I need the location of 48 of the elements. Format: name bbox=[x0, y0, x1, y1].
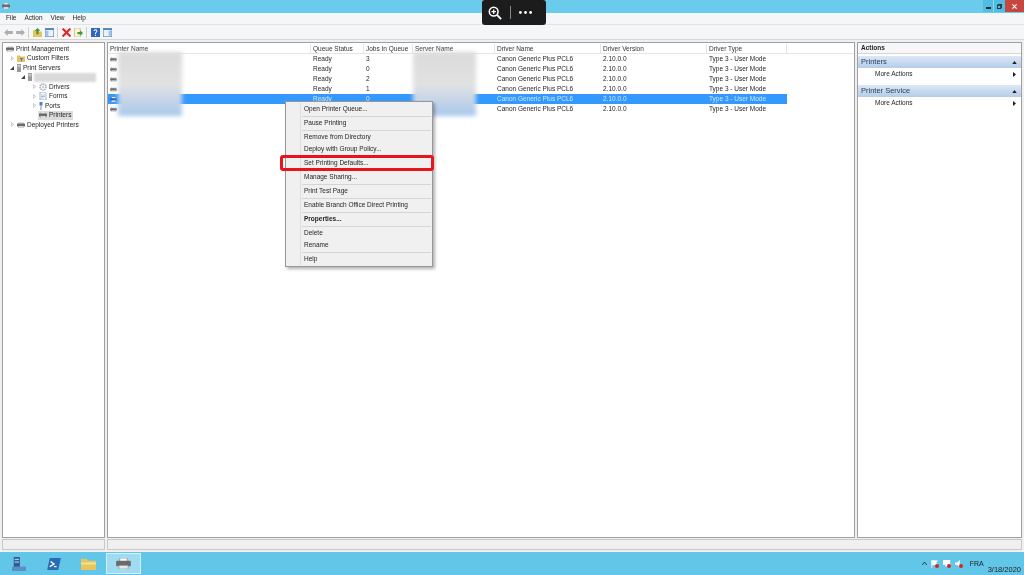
folder-icon bbox=[81, 557, 96, 570]
zoom-in-icon[interactable] bbox=[488, 5, 502, 20]
collapse-triangle-icon[interactable] bbox=[21, 75, 25, 80]
delete-icon bbox=[61, 27, 71, 37]
collapse-triangle-icon[interactable] bbox=[10, 65, 14, 70]
minimize-icon bbox=[985, 6, 991, 9]
printer-icon bbox=[110, 66, 117, 72]
document-icon bbox=[39, 92, 47, 101]
left-arrow-icon bbox=[3, 28, 13, 36]
close-button[interactable] bbox=[1005, 0, 1024, 12]
gear-icon bbox=[39, 82, 47, 91]
printer-icon bbox=[6, 45, 14, 52]
toolbar-button[interactable] bbox=[101, 26, 113, 38]
restore-button[interactable] bbox=[994, 0, 1005, 12]
minimize-button[interactable] bbox=[983, 0, 994, 12]
taskbar-button[interactable] bbox=[106, 553, 141, 574]
export-icon bbox=[73, 27, 83, 37]
printer-icon bbox=[2, 3, 10, 9]
right-arrow-icon bbox=[15, 28, 25, 36]
printer-icon bbox=[110, 76, 117, 82]
server-icon bbox=[17, 63, 21, 72]
toolbar-button[interactable] bbox=[89, 26, 101, 38]
terminal-icon bbox=[46, 557, 61, 570]
printer-icon bbox=[39, 112, 47, 119]
printer-icon bbox=[110, 56, 117, 62]
close-icon bbox=[1012, 3, 1017, 9]
flag-icon[interactable] bbox=[930, 559, 939, 568]
server-stack-icon bbox=[11, 556, 26, 571]
printer-icon bbox=[110, 106, 117, 112]
plug-icon bbox=[39, 101, 43, 110]
printer-icon bbox=[110, 96, 117, 102]
printer-icon bbox=[116, 558, 131, 569]
toolbar-button[interactable] bbox=[31, 26, 43, 38]
right-triangle-icon bbox=[1013, 100, 1016, 106]
printer-icon bbox=[17, 121, 25, 128]
server-icon bbox=[28, 73, 32, 82]
up-caret-icon[interactable] bbox=[921, 562, 927, 565]
toolbar-button[interactable] bbox=[72, 26, 84, 38]
toolbar-button[interactable] bbox=[43, 26, 55, 38]
folder-up-icon bbox=[32, 27, 42, 37]
more-icon[interactable] bbox=[519, 11, 532, 14]
restore-icon bbox=[997, 3, 1002, 9]
toolbar-button[interactable] bbox=[60, 26, 72, 38]
monitor-icon[interactable] bbox=[942, 559, 951, 568]
speaker-icon[interactable] bbox=[954, 559, 963, 568]
right-triangle-icon bbox=[1013, 71, 1016, 77]
printer-icon bbox=[110, 86, 117, 92]
folder-icon bbox=[17, 54, 25, 63]
